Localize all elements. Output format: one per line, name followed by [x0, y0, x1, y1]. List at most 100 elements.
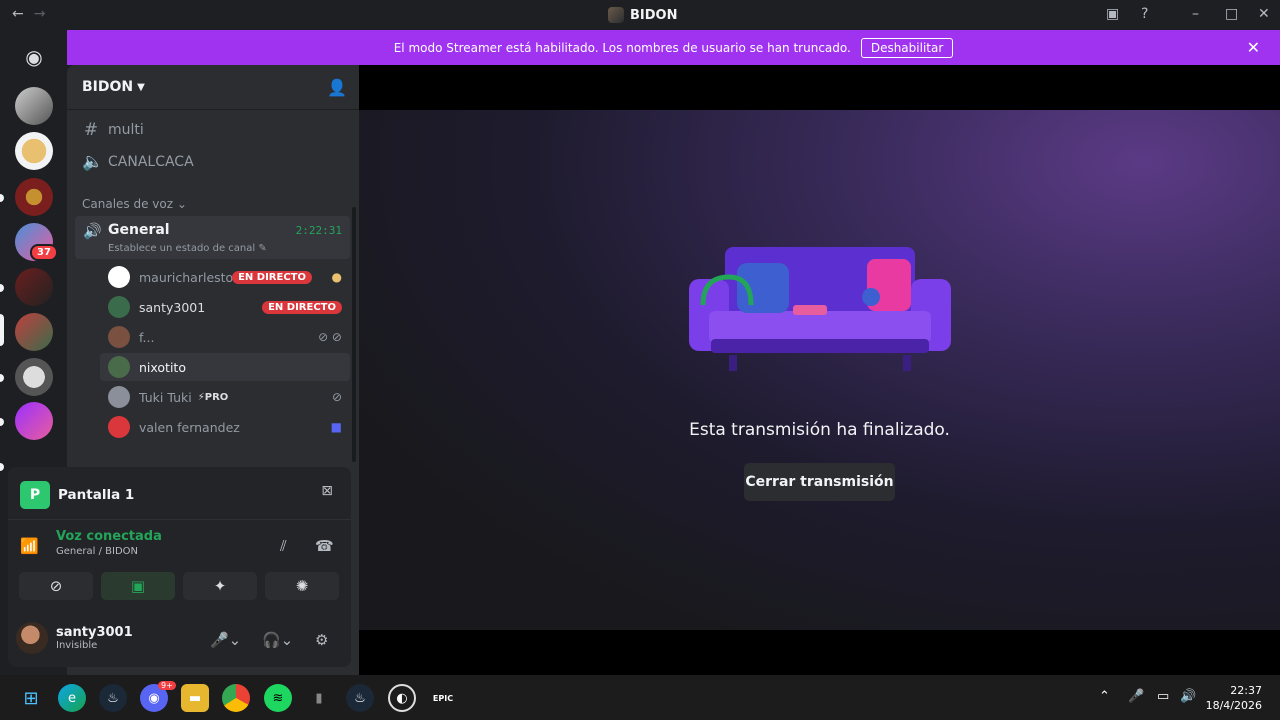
voice-category[interactable]: Canales de voz ⌄: [82, 197, 187, 211]
forward-arrow-icon[interactable]: →: [34, 6, 46, 22]
guild-name: BIDON: [82, 79, 134, 95]
clock-time: 22:37: [1230, 684, 1262, 697]
server-icon[interactable]: [15, 87, 53, 125]
server-icon[interactable]: [15, 178, 53, 216]
scrollbar[interactable]: [352, 207, 356, 462]
network-icon[interactable]: ▭: [1157, 689, 1169, 704]
clock-date: 18/4/2026: [1205, 699, 1262, 712]
activities-button[interactable]: ✦: [183, 572, 257, 600]
microphone-icon[interactable]: 🎤⌄: [210, 631, 241, 649]
muted-icons: ⊘ ⊘: [318, 330, 342, 344]
guild-header[interactable]: BIDON ▼ 👤: [67, 65, 359, 110]
close-banner-icon[interactable]: ✕: [1247, 38, 1260, 57]
avatar: [108, 296, 130, 318]
voice-channel-general[interactable]: 🔊 General 2:22:31 Establece un estado de…: [75, 216, 350, 259]
server-icon[interactable]: [15, 132, 53, 170]
spotify-icon[interactable]: ≋: [264, 684, 292, 712]
app-icon: ■: [330, 420, 342, 434]
window-title: BIDON: [608, 7, 677, 23]
stop-stream-icon[interactable]: ⊠: [321, 483, 333, 499]
noise-suppression-icon[interactable]: ⫽: [280, 537, 287, 555]
disable-streamer-button[interactable]: Deshabilitar: [860, 37, 954, 58]
avatar: [16, 622, 48, 654]
help-icon[interactable]: ?: [1141, 6, 1148, 22]
channel-name: CANALCACA: [108, 154, 194, 170]
steam-icon[interactable]: ♨: [346, 684, 374, 712]
voice-user-name: santy3001: [139, 299, 206, 315]
back-arrow-icon[interactable]: ←: [12, 6, 24, 22]
close-stream-button[interactable]: Cerrar transmisión: [744, 463, 895, 501]
windows-start-icon[interactable]: ⊞: [17, 684, 45, 712]
invite-icon[interactable]: 👤: [327, 78, 347, 97]
voice-tools: ⊘ ▣ ✦ ✺: [19, 572, 339, 600]
voice-user[interactable]: f... ⊘ ⊘: [100, 323, 350, 351]
inbox-icon[interactable]: ▣: [1106, 6, 1119, 22]
channel-name: multi: [108, 122, 144, 138]
obs-icon[interactable]: ◐: [388, 684, 416, 712]
speaker-icon: 🔈: [82, 152, 104, 172]
minimize-icon[interactable]: –: [1192, 6, 1199, 22]
disconnect-icon[interactable]: ☎: [315, 537, 334, 555]
steam-icon[interactable]: ♨: [99, 684, 127, 712]
server-icon[interactable]: [15, 358, 53, 396]
camera-off-button[interactable]: ⊘: [19, 572, 93, 600]
voice-user[interactable]: Tuki Tuki ⚡PRO ⊘: [100, 383, 350, 411]
speaker-icon: 🔊: [83, 222, 102, 240]
epic-games-icon[interactable]: EPIC: [429, 684, 457, 712]
avatar: [108, 386, 130, 408]
tray-overflow-icon[interactable]: ⌃: [1099, 689, 1110, 704]
hashtag-icon: #: [83, 120, 99, 140]
volume-icon[interactable]: 🔊: [1180, 689, 1196, 704]
clock[interactable]: 22:37 18/4/2026: [1206, 683, 1262, 713]
voice-control-panel: P Pantalla 1 ⊠ 📶 Voz conectada General /…: [8, 467, 351, 667]
pro-tag: ⚡PRO: [197, 391, 229, 403]
voice-user-name: f...: [139, 329, 155, 345]
discord-badge: 9+: [158, 681, 176, 690]
taskbar: ⊞ e ♨ ◉ 9+ ▬ ≋ ▮ ♨ ◐ EPIC ⌃ 🎤 ▭ 🔊 22:37 …: [0, 675, 1280, 720]
stream-label: Pantalla 1: [58, 487, 135, 503]
file-explorer-icon[interactable]: ▬: [181, 684, 209, 712]
server-icon: [608, 7, 624, 23]
stream-preview[interactable]: P Pantalla 1: [20, 481, 134, 509]
avatar: [108, 416, 130, 438]
settings-gear-icon[interactable]: ⚙: [315, 631, 328, 649]
maximize-icon[interactable]: □: [1225, 6, 1238, 22]
channel-status[interactable]: Establece un estado de canal ✎: [108, 243, 267, 254]
mouse-app-icon[interactable]: ▮: [305, 684, 333, 712]
server-icon[interactable]: [15, 268, 53, 306]
microphone-icon[interactable]: 🎤: [1128, 689, 1144, 704]
live-badge: EN DIRECTO: [262, 300, 342, 314]
avatar: [108, 266, 130, 288]
discord-home-icon[interactable]: ◉: [15, 38, 53, 76]
voice-user-name: Tuki Tuki: [139, 389, 192, 405]
banner-text: El modo Streamer está habilitado. Los no…: [393, 40, 851, 55]
voice-user[interactable]: valen fernandez ■: [100, 413, 350, 441]
headphones-icon[interactable]: 🎧⌄: [262, 631, 293, 649]
close-window-icon[interactable]: ✕: [1258, 6, 1270, 22]
server-icon[interactable]: [15, 402, 53, 440]
user-info[interactable]: santy3001 Invisible: [16, 622, 133, 654]
voice-user[interactable]: nixotito: [100, 353, 350, 381]
channel-text-multi[interactable]: # multi: [82, 120, 144, 140]
voice-user-name: nixotito: [139, 359, 186, 375]
unread-badge: 37: [30, 244, 58, 261]
activity-icon: ●: [331, 270, 342, 284]
soundboard-button[interactable]: ✺: [265, 572, 339, 600]
channel-voice-canalcaca[interactable]: 🔈 CANALCACA: [82, 152, 194, 172]
live-badge: EN DIRECTO: [232, 270, 312, 284]
stream-ended-message: Esta transmisión ha finalizado.: [689, 420, 950, 440]
voice-user[interactable]: mauricharleston EN DIRECTO ●: [100, 263, 350, 291]
nav-controls: ← →: [12, 6, 45, 22]
chrome-icon[interactable]: [222, 684, 250, 712]
voice-status-subtitle[interactable]: General / BIDON: [56, 546, 162, 557]
avatar: [108, 326, 130, 348]
server-icon[interactable]: [15, 313, 53, 351]
voice-timer: 2:22:31: [295, 224, 342, 237]
voice-user-name: mauricharleston: [139, 269, 242, 285]
user-status: Invisible: [56, 640, 98, 651]
voice-user[interactable]: santy3001 EN DIRECTO: [100, 293, 350, 321]
screen-share-button[interactable]: ▣: [101, 572, 175, 600]
edge-icon[interactable]: e: [58, 684, 86, 712]
window-title-text: BIDON: [630, 7, 678, 23]
signal-icon[interactable]: 📶: [20, 537, 39, 555]
